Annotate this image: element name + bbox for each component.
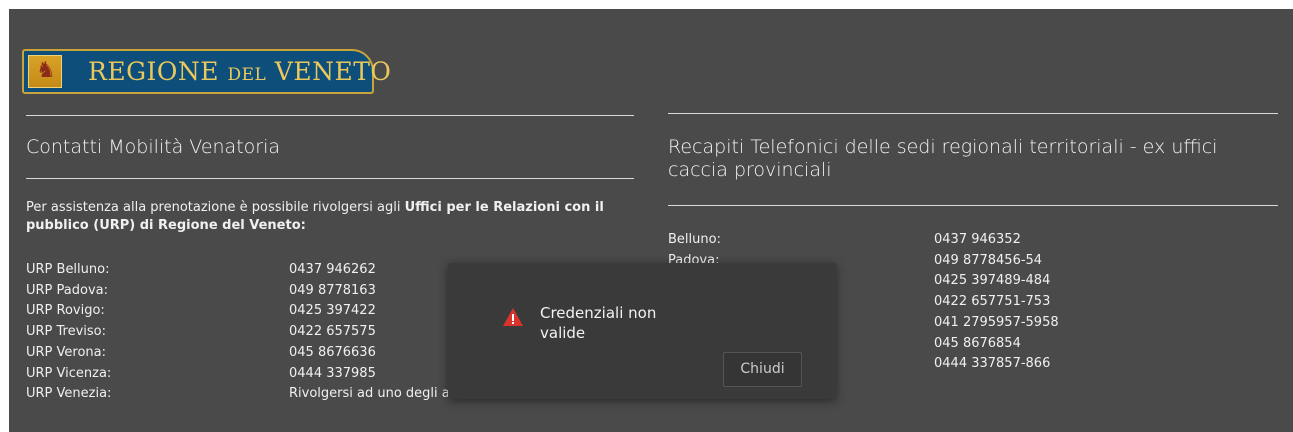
left-intro-text: Per assistenza alla prenotazione è possi… bbox=[26, 200, 604, 233]
regional-office-phone-value: 0444 337857-866 bbox=[934, 356, 1051, 372]
left-section-title: Contatti Mobilità Venatoria bbox=[26, 136, 280, 158]
right-section-title: Recapiti Telefonici delle sedi regionali… bbox=[668, 136, 1218, 181]
regional-office-phone-value: 0425 397489-484 bbox=[934, 273, 1051, 289]
urp-contact-label: URP Vicenza: bbox=[26, 365, 112, 381]
regional-office-label: Belluno: bbox=[668, 232, 721, 247]
urp-contact-label: URP Rovigo: bbox=[26, 303, 105, 319]
regional-office-phone-value: 041 2795957-5958 bbox=[934, 314, 1059, 330]
close-button[interactable]: Chiudi bbox=[723, 352, 802, 387]
left-title-divider bbox=[26, 178, 634, 179]
right-title-divider bbox=[668, 205, 1278, 206]
regional-office-phone-value: 0422 657751-753 bbox=[934, 294, 1051, 310]
right-top-divider bbox=[668, 113, 1278, 114]
urp-contact-phone-value: 045 8676636 bbox=[289, 344, 376, 360]
urp-contact-phone-value: 049 8778163 bbox=[289, 282, 376, 298]
urp-contact-phone-value: 0444 337985 bbox=[289, 365, 376, 381]
lion-crest-icon: ♞ bbox=[28, 55, 62, 88]
logo-text: REGIONE DEL VENETO bbox=[88, 57, 392, 86]
warning-triangle-icon bbox=[503, 308, 523, 326]
urp-contact-label: URP Padova: bbox=[26, 282, 108, 298]
error-dialog: Credenziali non valide Chiudi bbox=[448, 263, 836, 399]
urp-contact-label: URP Verona: bbox=[26, 344, 106, 360]
error-message: Credenziali non valide bbox=[540, 304, 657, 342]
regione-veneto-logo[interactable]: ♞ REGIONE DEL VENETO bbox=[22, 49, 391, 94]
urp-contact-phone-value: Rivolgersi ad uno degli al bbox=[289, 386, 454, 402]
regional-office-phone-value: 049 8778456-54 bbox=[934, 252, 1043, 268]
urp-contact-phone-value: 0425 397422 bbox=[289, 303, 376, 319]
urp-contact-phone-value: 0437 946262 bbox=[289, 262, 376, 277]
urp-contact-label: URP Treviso: bbox=[26, 324, 107, 340]
regional-office-phone-value: 0437 946352 bbox=[934, 232, 1021, 247]
urp-contact-phone-value: 0422 657575 bbox=[289, 324, 376, 340]
regional-office-phone-value: 045 8676854 bbox=[934, 335, 1021, 351]
left-top-divider bbox=[26, 115, 634, 116]
regional-office-row: Belluno: 0437 946352 bbox=[668, 230, 1268, 249]
urp-contact-label: URP Venezia: bbox=[26, 386, 112, 402]
urp-contact-label: URP Belluno: bbox=[26, 262, 110, 277]
